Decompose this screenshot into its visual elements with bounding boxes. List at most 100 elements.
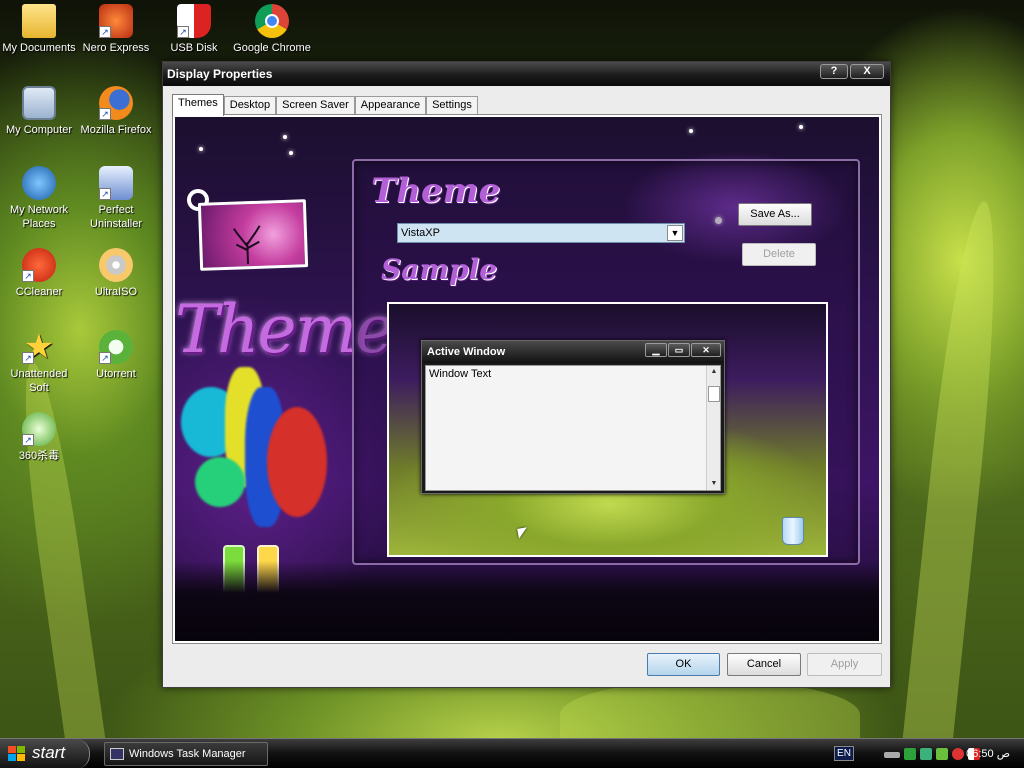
mouse-cursor-icon [517, 527, 529, 539]
network-tray-icon[interactable] [884, 752, 900, 758]
start-label: start [32, 743, 66, 762]
update-tray-icon[interactable] [936, 748, 948, 760]
desktop-icon-unattended-soft[interactable]: ★ ↗ Unattended Soft [0, 330, 78, 395]
tab-strip: Themes Desktop Screen Saver Appearance S… [172, 94, 478, 116]
ccleaner-icon: ↗ [22, 248, 56, 282]
desktop-icon-google-chrome[interactable]: Google Chrome [233, 4, 311, 55]
desktop-icon-label: UltraISO [94, 286, 138, 298]
disc-icon [99, 248, 133, 282]
minimize-icon: ▁ [645, 343, 667, 357]
save-as-button[interactable]: Save As... [738, 203, 812, 226]
tab-desktop[interactable]: Desktop [223, 96, 277, 115]
antivirus-tray-icon[interactable] [952, 748, 964, 760]
sparkle-icon [799, 125, 803, 129]
desktop-icon-utorrent[interactable]: ↗ Utorrent [77, 330, 155, 381]
sparkle-icon [283, 135, 287, 139]
clock[interactable]: 06:50 ص [966, 739, 1010, 768]
desktop-icon-my-network-places[interactable]: My Network Places [0, 166, 78, 231]
shortcut-arrow-icon: ↗ [99, 188, 111, 200]
paint-splash [267, 407, 327, 517]
close-icon: ✕ [691, 343, 721, 357]
theme-select-value: VistaXP [401, 227, 440, 239]
desktop-icon-label: My Computer [5, 124, 73, 136]
desktop-icon-360[interactable]: ↗ 360杀毒 [0, 412, 78, 463]
sample-scrollbar: ▲ ▼ [706, 366, 720, 490]
nero-icon: ↗ [99, 4, 133, 38]
window-titlebar[interactable]: Display Properties ? X [163, 62, 890, 86]
chrome-icon [255, 4, 289, 38]
close-button[interactable]: X [850, 64, 884, 79]
language-indicator[interactable]: EN [834, 746, 854, 761]
tab-themes[interactable]: Themes [172, 94, 224, 116]
network-icon [22, 166, 56, 200]
desktop-icon-mozilla-firefox[interactable]: ↗ Mozilla Firefox [77, 86, 155, 137]
theme-select[interactable]: VistaXP ▼ [397, 223, 685, 243]
delete-button[interactable]: Delete [742, 243, 816, 266]
computer-icon [22, 86, 56, 120]
sample-window-titlebar: Active Window ▁ ▭ ✕ [422, 341, 724, 363]
shortcut-arrow-icon: ↗ [99, 352, 111, 364]
apply-button[interactable]: Apply [807, 653, 882, 676]
desktop-icon-my-documents[interactable]: My Documents [0, 4, 78, 55]
task-manager-icon [110, 748, 124, 760]
desktop-icon-label: My Documents [2, 42, 76, 54]
desktop-icon-nero[interactable]: ↗ Nero Express [77, 4, 155, 55]
taskbar: start Windows Task Manager EN 06:50 ص [0, 738, 1024, 768]
recycle-bin-icon [782, 517, 804, 545]
desktop-icon-label: Google Chrome [233, 42, 311, 54]
shield-tray-icon[interactable] [920, 748, 932, 760]
display-properties-window[interactable]: Display Properties ? X Themes Desktop Sc… [162, 61, 891, 688]
window-title: Display Properties [167, 67, 273, 81]
scroll-thumb [708, 386, 720, 402]
desktop-icon-my-computer[interactable]: My Computer [0, 86, 78, 137]
star-icon: ★ ↗ [22, 328, 55, 366]
cancel-button[interactable]: Cancel [727, 653, 801, 676]
desktop-icon-label: CCleaner [15, 286, 63, 298]
chevron-down-icon[interactable]: ▼ [667, 225, 683, 241]
paint-splash [195, 457, 245, 507]
desktop-icon-label: 360杀毒 [18, 450, 60, 462]
sample-window-title: Active Window [427, 346, 506, 358]
taskbar-item-task-manager[interactable]: Windows Task Manager [104, 742, 268, 766]
desktop-icon-label: Unattended Soft [10, 368, 68, 394]
tab-appearance[interactable]: Appearance [354, 96, 427, 115]
themes-panel: Themes Theme VistaXP ▼ Save As... Delete… [172, 114, 882, 644]
tree-silhouette-icon [232, 225, 261, 265]
shortcut-arrow-icon: ↗ [99, 108, 111, 120]
tab-screen-saver[interactable]: Screen Saver [276, 96, 355, 115]
desktop-icon-label: My Network Places [9, 204, 69, 230]
desktop-icon-usb-disk-security[interactable]: ↗ USB Disk Security [155, 4, 233, 55]
ok-button[interactable]: OK [647, 653, 720, 676]
shortcut-arrow-icon: ↗ [177, 26, 189, 38]
desktop-icon-perfect-uninstaller[interactable]: ↗ Perfect Uninstaller [77, 166, 155, 231]
desktop-icon-label: Mozilla Firefox [80, 124, 152, 136]
sparkle-icon [199, 147, 203, 151]
shortcut-arrow-icon: ↗ [99, 26, 111, 38]
sample-active-window: Active Window ▁ ▭ ✕ Window Text ▲ ▼ [421, 340, 725, 494]
desktop-icon-label: Nero Express [82, 42, 150, 54]
help-button[interactable]: ? [820, 64, 848, 79]
green-tray-icon[interactable] [904, 748, 916, 760]
folder-icon [22, 4, 56, 38]
wallpaper-grass [900, 198, 1010, 762]
sample-window-text: Window Text [429, 368, 492, 380]
desktop-icon-ccleaner[interactable]: ↗ CCleaner [0, 248, 78, 299]
sparkle-icon [689, 129, 693, 133]
sparkle-icon [289, 151, 293, 155]
tab-settings[interactable]: Settings [426, 96, 478, 115]
shortcut-arrow-icon: ↗ [22, 352, 34, 364]
scroll-up-icon: ▲ [710, 368, 718, 375]
start-button[interactable]: start [0, 739, 90, 768]
system-tray: EN 06:50 ص [834, 739, 1024, 768]
sample-heading: Sample [381, 253, 498, 286]
maximize-icon: ▭ [668, 343, 690, 357]
scroll-down-icon: ▼ [710, 480, 718, 487]
sample-window-body: Window Text ▲ ▼ [425, 365, 721, 491]
desktop-icon-label: Utorrent [96, 368, 136, 380]
desktop-icon-ultraiso[interactable]: UltraISO [77, 248, 155, 299]
theme-heading: Theme [371, 171, 501, 211]
sample-preview: Active Window ▁ ▭ ✕ Window Text ▲ ▼ [387, 302, 828, 557]
themes-artwork: Themes Theme VistaXP ▼ Save As... Delete… [175, 117, 879, 641]
uninstaller-icon: ↗ [99, 166, 133, 200]
360-icon: ↗ [22, 412, 56, 446]
